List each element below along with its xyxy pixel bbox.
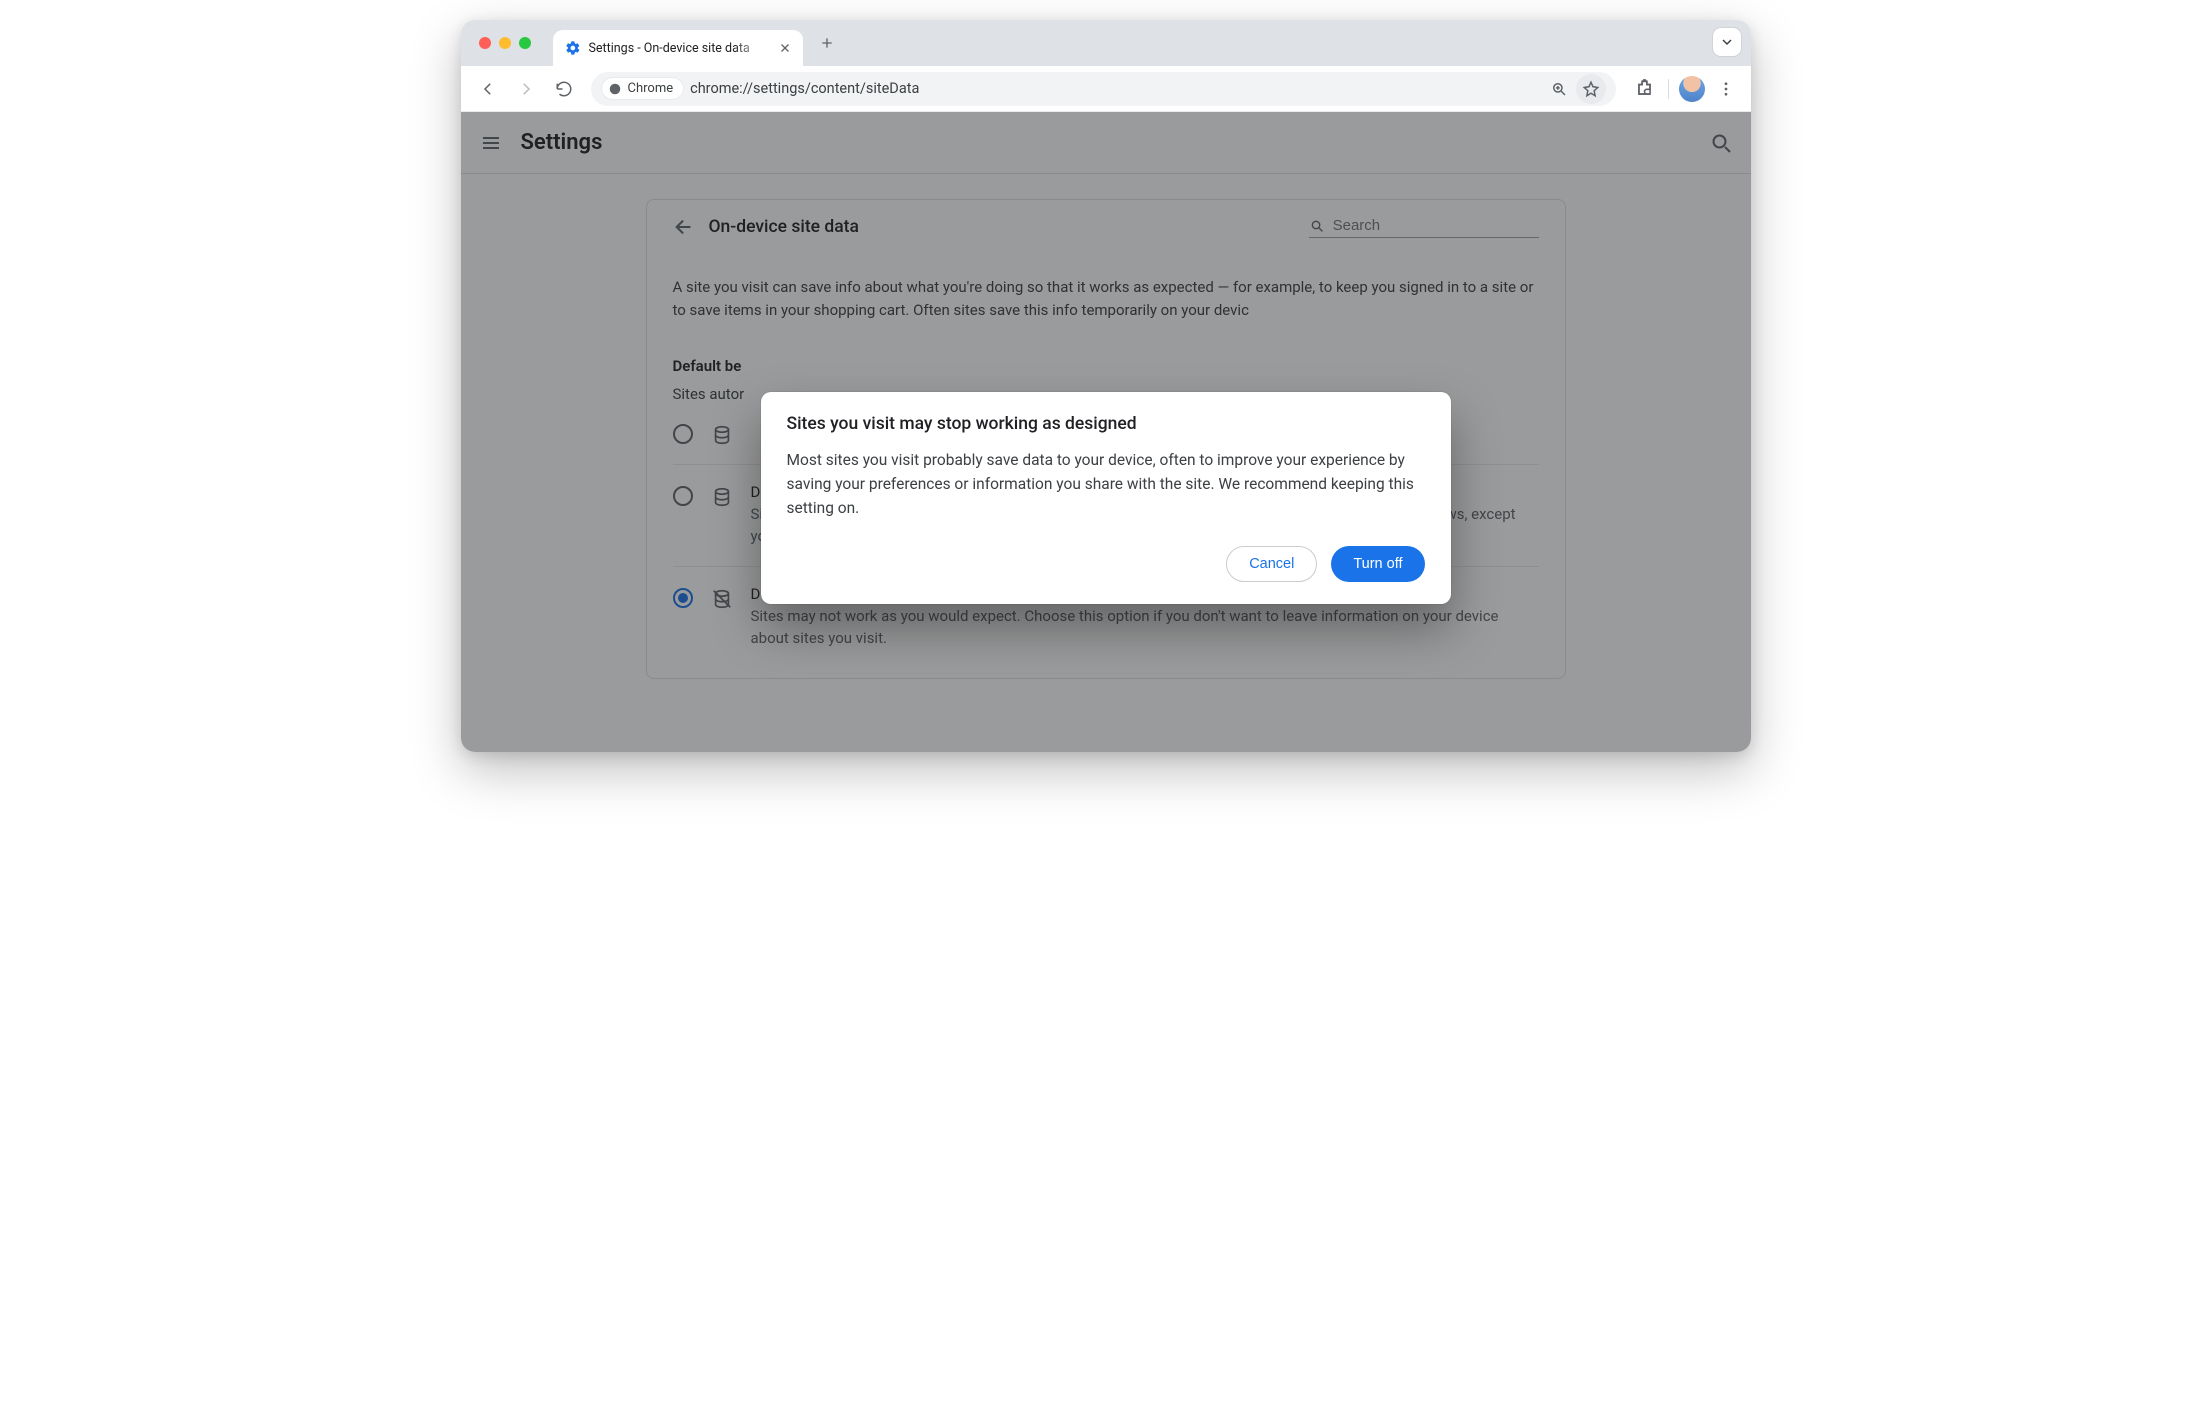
maximize-window-button[interactable] [519, 37, 531, 49]
window-controls [473, 20, 543, 66]
profile-button[interactable] [1677, 74, 1707, 104]
close-window-button[interactable] [479, 37, 491, 49]
tab-title: Settings - On-device site data [589, 41, 769, 56]
site-chip-label: Chrome [628, 81, 674, 96]
browser-toolbar: Chrome chrome://settings/content/siteDat… [461, 66, 1751, 112]
minimize-window-button[interactable] [499, 37, 511, 49]
gear-icon [565, 40, 581, 56]
kebab-menu-button[interactable] [1711, 74, 1741, 104]
cancel-button[interactable]: Cancel [1226, 546, 1317, 582]
reload-button[interactable] [547, 72, 581, 106]
browser-tab[interactable]: Settings - On-device site data [553, 30, 803, 66]
close-tab-button[interactable] [777, 40, 793, 56]
bookmark-button[interactable] [1576, 74, 1606, 104]
browser-window: Settings - On-device site data C [461, 20, 1751, 752]
back-button[interactable] [471, 72, 505, 106]
turn-off-button[interactable]: Turn off [1331, 546, 1424, 582]
extensions-button[interactable] [1630, 74, 1660, 104]
dialog-body: Most sites you visit probably save data … [787, 448, 1425, 520]
dialog-title: Sites you visit may stop working as desi… [787, 414, 1425, 434]
url-text: chrome://settings/content/siteData [690, 80, 919, 97]
tab-strip: Settings - On-device site data [461, 20, 1751, 66]
dialog-actions: Cancel Turn off [787, 546, 1425, 582]
site-chip[interactable]: Chrome [601, 77, 685, 100]
avatar [1679, 76, 1705, 102]
divider [1668, 79, 1669, 99]
toolbar-right [1626, 74, 1741, 104]
zoom-icon[interactable] [1544, 74, 1574, 104]
content-viewport: Settings On-device site data A site you [461, 112, 1751, 752]
address-bar[interactable]: Chrome chrome://settings/content/siteDat… [591, 72, 1616, 106]
omnibox-actions [1544, 74, 1606, 104]
confirm-dialog: Sites you visit may stop working as desi… [761, 392, 1451, 604]
forward-button[interactable] [509, 72, 543, 106]
tab-search-button[interactable] [1713, 28, 1741, 56]
new-tab-button[interactable] [813, 29, 841, 57]
tab-strip-right [1713, 28, 1741, 56]
